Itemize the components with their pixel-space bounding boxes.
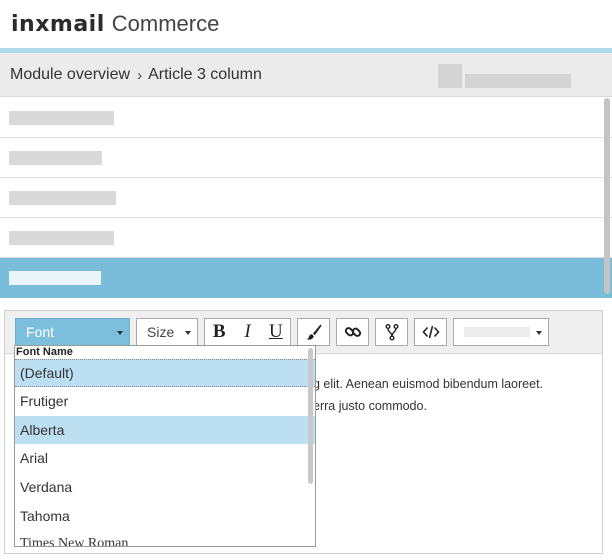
logo-brand: inxmail bbox=[11, 12, 105, 37]
font-option-verdana[interactable]: Verdana bbox=[15, 473, 315, 501]
list-item[interactable] bbox=[0, 138, 612, 178]
list-item-selected[interactable] bbox=[0, 258, 612, 298]
font-name-dropdown: Font Name (Default) Frutiger Alberta Ari… bbox=[14, 345, 316, 547]
module-list-scrollbar[interactable] bbox=[604, 98, 610, 294]
italic-button[interactable]: I bbox=[233, 319, 261, 345]
brush-icon bbox=[306, 324, 322, 340]
dropdown-arrow-icon bbox=[536, 331, 542, 335]
dropdown-arrow-icon bbox=[117, 331, 123, 335]
font-size-select[interactable]: Size bbox=[136, 318, 198, 346]
list-item-label-placeholder bbox=[9, 191, 116, 205]
font-select-label: Font bbox=[26, 324, 55, 340]
editor-text-line: g elit. Aenean euismod bibendum laoreet. bbox=[313, 377, 544, 391]
list-item[interactable] bbox=[0, 98, 612, 138]
avatar[interactable] bbox=[438, 64, 462, 88]
font-option-tahoma[interactable]: Tahoma bbox=[15, 502, 315, 530]
insert-link-button[interactable] bbox=[336, 318, 369, 346]
font-option-times-new-roman[interactable]: Times New Roman bbox=[15, 530, 315, 546]
breadcrumb-current: Article 3 column bbox=[148, 66, 262, 83]
code-icon bbox=[421, 325, 440, 339]
breadcrumb: Module overview › Article 3 column bbox=[10, 66, 262, 84]
size-select-label: Size bbox=[147, 324, 175, 340]
text-format-group: B I U bbox=[204, 318, 291, 346]
style-select-placeholder bbox=[464, 327, 530, 337]
branch-button[interactable] bbox=[375, 318, 408, 346]
user-name-placeholder[interactable] bbox=[465, 74, 571, 88]
bold-button[interactable]: B bbox=[205, 319, 233, 345]
module-list bbox=[0, 98, 612, 298]
text-color-button[interactable] bbox=[297, 318, 330, 346]
breadcrumb-chevron-icon: › bbox=[137, 66, 143, 84]
list-item-label-placeholder bbox=[9, 271, 101, 285]
list-item-label-placeholder bbox=[9, 231, 114, 245]
list-item[interactable] bbox=[0, 218, 612, 258]
underline-button[interactable]: U bbox=[262, 319, 290, 345]
font-option-alberta[interactable]: Alberta bbox=[15, 416, 315, 444]
dropdown-arrow-icon bbox=[185, 331, 191, 335]
branch-icon bbox=[385, 324, 398, 341]
font-option-arial[interactable]: Arial bbox=[15, 444, 315, 472]
font-option-default[interactable]: (Default) bbox=[15, 359, 315, 387]
source-code-button[interactable] bbox=[414, 318, 447, 346]
app-logo[interactable]: inxmail Commerce bbox=[11, 11, 219, 39]
editor-text-line: erra justo commodo. bbox=[313, 399, 427, 413]
style-select[interactable] bbox=[453, 318, 549, 346]
link-icon bbox=[344, 327, 361, 337]
breadcrumb-module-overview[interactable]: Module overview bbox=[10, 66, 130, 84]
font-name-select[interactable]: Font bbox=[15, 318, 130, 346]
dropdown-header: Font Name bbox=[16, 346, 73, 358]
list-item-label-placeholder bbox=[9, 111, 114, 125]
list-item-label-placeholder bbox=[9, 151, 102, 165]
list-item[interactable] bbox=[0, 178, 612, 218]
app-header: inxmail Commerce bbox=[0, 0, 612, 48]
logo-product-name: Commerce bbox=[111, 11, 220, 36]
dropdown-scrollbar[interactable] bbox=[308, 348, 313, 484]
font-option-frutiger[interactable]: Frutiger bbox=[15, 387, 315, 415]
